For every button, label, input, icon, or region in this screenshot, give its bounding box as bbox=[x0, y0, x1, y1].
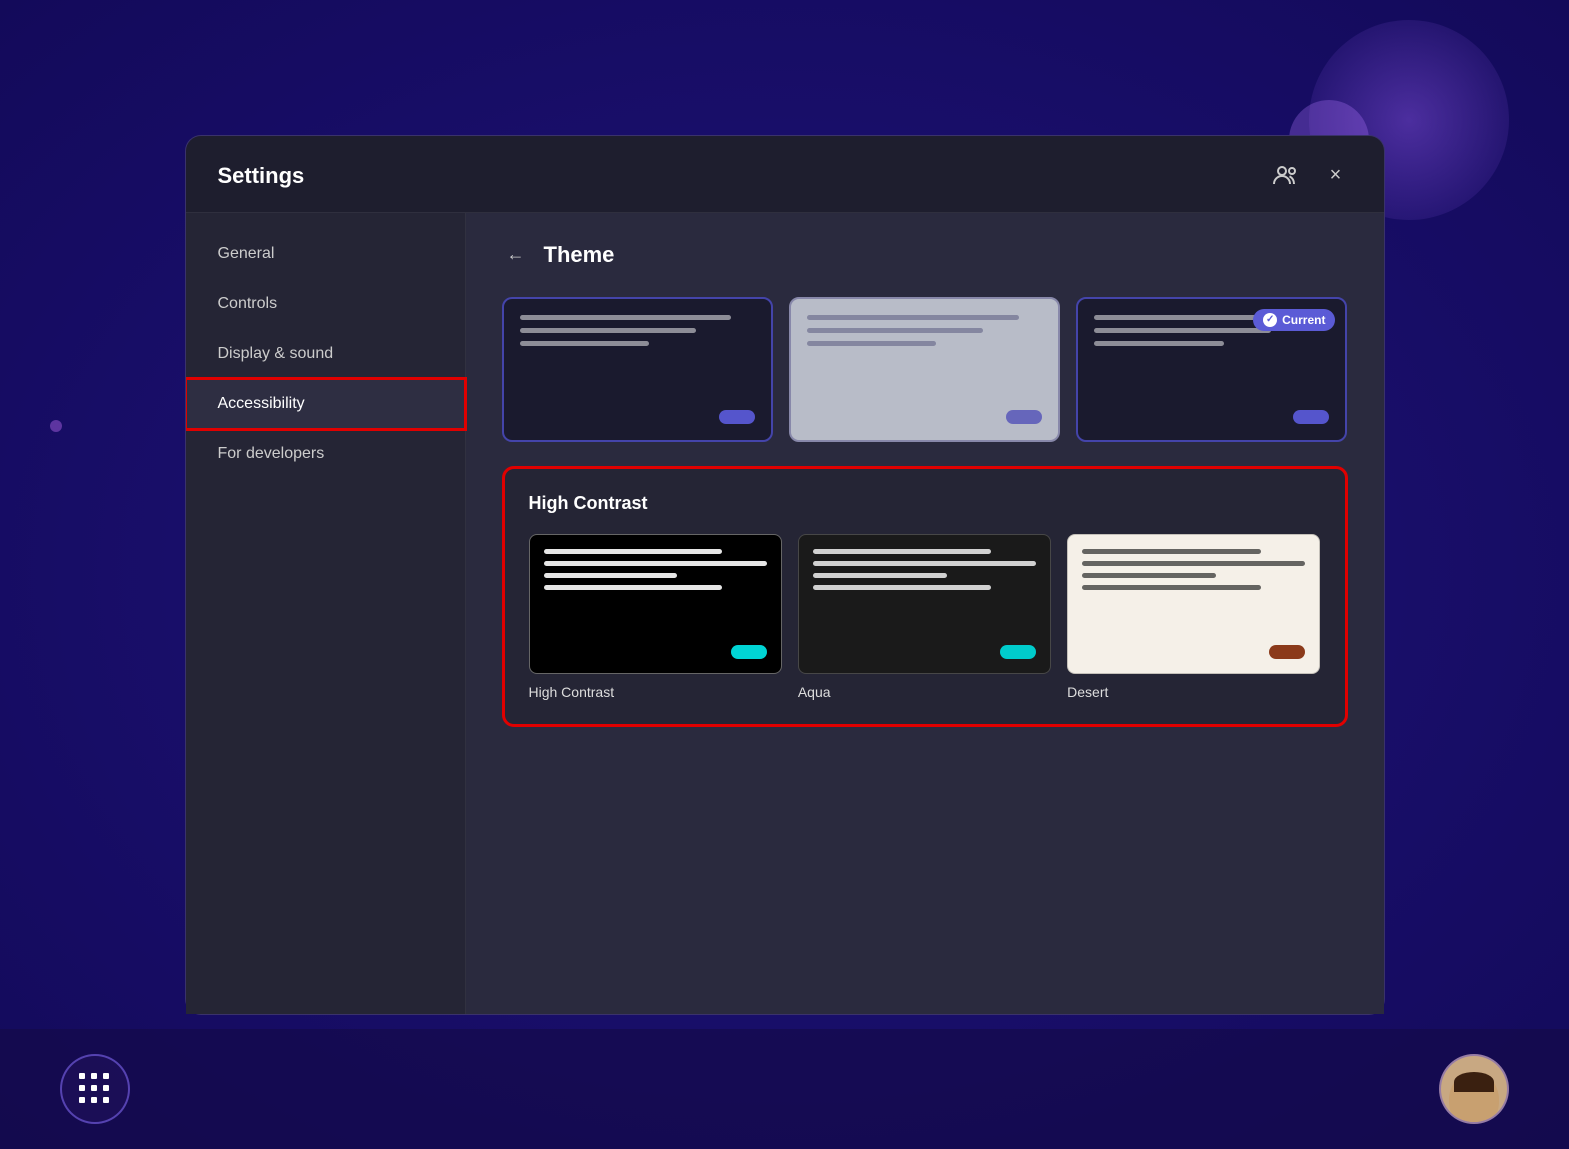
sidebar-item-display[interactable]: Display & sound bbox=[186, 329, 465, 379]
content-title: Theme bbox=[544, 242, 615, 268]
modal-title: Settings bbox=[218, 163, 305, 189]
sidebar-item-controls[interactable]: Controls bbox=[186, 279, 465, 329]
theme-line bbox=[1094, 328, 1270, 333]
apps-dot bbox=[103, 1097, 109, 1103]
back-button[interactable]: ← bbox=[502, 241, 530, 269]
hc-card-black: High Contrast bbox=[529, 534, 782, 700]
hc-line bbox=[813, 573, 947, 578]
bottom-bar bbox=[0, 1029, 1569, 1149]
theme-indicator-dark bbox=[719, 410, 755, 424]
modal-body: General Controls Display & sound Accessi… bbox=[186, 213, 1384, 1014]
sidebar-item-accessibility[interactable]: Accessibility bbox=[186, 379, 465, 429]
hc-line bbox=[544, 573, 678, 578]
hc-preview-desert[interactable] bbox=[1067, 534, 1320, 674]
apps-button[interactable] bbox=[60, 1054, 130, 1124]
hc-card-aqua: Aqua bbox=[798, 534, 1051, 700]
hc-indicator-desert bbox=[1269, 645, 1305, 659]
apps-dot bbox=[103, 1073, 109, 1079]
people-icon[interactable] bbox=[1272, 164, 1304, 188]
content-header: ← Theme bbox=[502, 241, 1348, 269]
theme-line bbox=[1094, 341, 1223, 346]
high-contrast-title: High Contrast bbox=[529, 493, 1321, 514]
hc-lines-aqua bbox=[813, 549, 1036, 590]
theme-card-light[interactable] bbox=[789, 297, 1060, 442]
sidebar-item-developers[interactable]: For developers bbox=[186, 429, 465, 479]
settings-content: ← Theme bbox=[466, 213, 1384, 1014]
theme-preview-lines-light bbox=[807, 315, 1042, 346]
avatar-hair bbox=[1454, 1072, 1494, 1092]
theme-line bbox=[807, 315, 1019, 320]
apps-dot bbox=[79, 1085, 85, 1091]
hc-card-desert: Desert bbox=[1067, 534, 1320, 700]
hc-line bbox=[544, 549, 723, 554]
theme-indicator-light bbox=[1006, 410, 1042, 424]
theme-line bbox=[807, 341, 936, 346]
sidebar-item-general[interactable]: General bbox=[186, 229, 465, 279]
settings-modal: Settings × General Controls bbox=[185, 135, 1385, 1015]
apps-grid-icon bbox=[79, 1073, 111, 1105]
theme-card-dark[interactable] bbox=[502, 297, 773, 442]
hc-line bbox=[1082, 549, 1261, 554]
theme-indicator-current bbox=[1293, 410, 1329, 424]
theme-line bbox=[520, 341, 649, 346]
hc-preview-aqua[interactable] bbox=[798, 534, 1051, 674]
hc-indicator-black bbox=[731, 645, 767, 659]
hc-line bbox=[1082, 561, 1305, 566]
theme-line bbox=[520, 328, 696, 333]
sidebar: General Controls Display & sound Accessi… bbox=[186, 213, 466, 1014]
hc-line bbox=[544, 585, 723, 590]
hc-lines-desert bbox=[1082, 549, 1305, 590]
high-contrast-cards-row: High Contrast A bbox=[529, 534, 1321, 700]
theme-card-dark-current[interactable]: ✓ Current bbox=[1076, 297, 1347, 442]
current-badge-check-icon: ✓ bbox=[1263, 313, 1277, 327]
apps-dot bbox=[91, 1073, 97, 1079]
apps-dot bbox=[91, 1097, 97, 1103]
hc-preview-black[interactable] bbox=[529, 534, 782, 674]
hc-line bbox=[813, 561, 1036, 566]
apps-dot bbox=[91, 1085, 97, 1091]
hc-lines-black bbox=[544, 549, 767, 590]
theme-line bbox=[520, 315, 732, 320]
apps-dot bbox=[79, 1097, 85, 1103]
high-contrast-section: High Contrast Hig bbox=[502, 466, 1348, 727]
hc-indicator-aqua bbox=[1000, 645, 1036, 659]
hc-card-label-aqua: Aqua bbox=[798, 684, 1051, 700]
hc-line bbox=[813, 549, 992, 554]
hc-card-label-black: High Contrast bbox=[529, 684, 782, 700]
hc-line bbox=[1082, 573, 1216, 578]
current-badge: ✓ Current bbox=[1253, 309, 1335, 331]
modal-header: Settings × bbox=[186, 136, 1384, 213]
theme-line bbox=[807, 328, 983, 333]
close-button[interactable]: × bbox=[1320, 160, 1352, 192]
theme-preview-lines-dark bbox=[520, 315, 755, 346]
hc-line bbox=[813, 585, 992, 590]
apps-dot bbox=[103, 1085, 109, 1091]
apps-dot bbox=[79, 1073, 85, 1079]
avatar-icon bbox=[1449, 1072, 1499, 1124]
hc-line bbox=[1082, 585, 1261, 590]
theme-cards-row: ✓ Current bbox=[502, 297, 1348, 442]
hc-card-label-desert: Desert bbox=[1067, 684, 1320, 700]
hc-line bbox=[544, 561, 767, 566]
bg-decoration-3 bbox=[50, 420, 62, 432]
avatar-button[interactable] bbox=[1439, 1054, 1509, 1124]
header-actions: × bbox=[1272, 160, 1352, 192]
